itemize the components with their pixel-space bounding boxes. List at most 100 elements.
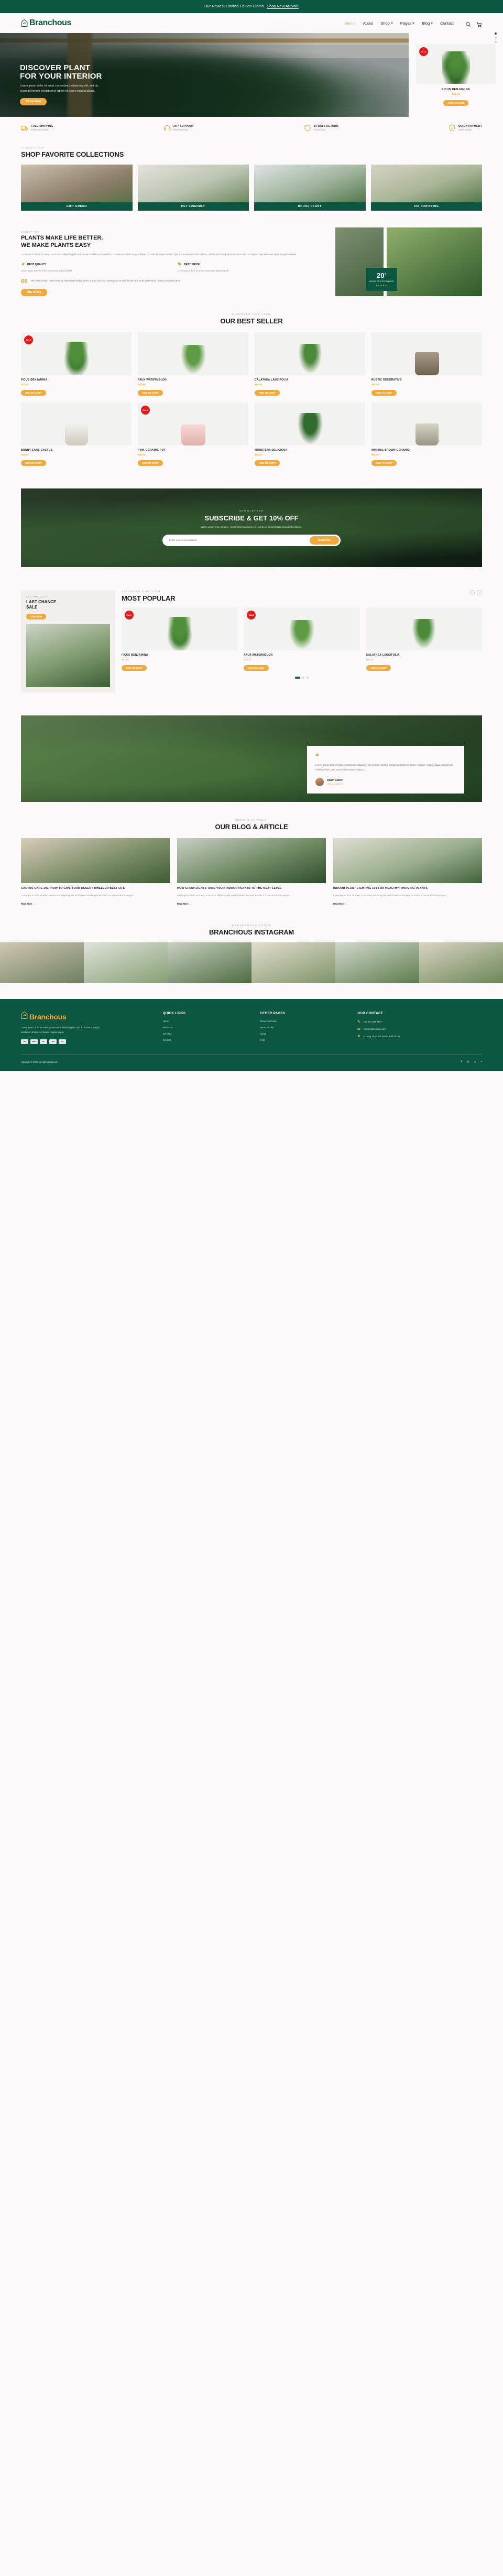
footer-contact-phone[interactable]: +62 361 234 4567 <box>357 1020 482 1023</box>
add-to-cart-button[interactable]: ADD TO CART <box>244 665 269 671</box>
pager-dot[interactable] <box>302 677 304 679</box>
last-chance-promo[interactable]: ALL PRODUCT LAST CHANCE SALE Shop Now <box>21 590 115 693</box>
product-card[interactable]: SALE FAUX WATERMELON $28.00 ADD TO CART <box>244 607 360 671</box>
add-to-cart-button[interactable]: ADD TO CART <box>138 390 163 396</box>
product-card[interactable]: RUSTIC DECORATIVE $80.00 ADD TO CART <box>371 332 482 396</box>
product-name: MINIMAL BROWN CERAMIC <box>371 449 410 452</box>
product-image <box>255 332 365 376</box>
about-title-line1: PLANTS MAKE LIFE BETTER. <box>21 235 103 241</box>
footer-link-privacy[interactable]: Privacy & Policy <box>260 1020 349 1023</box>
instagram-icon[interactable]: ◎ <box>467 1060 469 1063</box>
best-seller-eyebrow: DISCOVER OUR ITEM <box>232 313 271 316</box>
nav-item-home[interactable]: Home <box>345 21 356 26</box>
search-icon[interactable] <box>465 20 471 27</box>
blog-card[interactable]: HOW GROW LIGHTS TAKE YOUR INDOOR PLANTS … <box>177 838 326 907</box>
add-to-cart-button[interactable]: ADD TO CART <box>21 460 46 466</box>
announcement-link[interactable]: Shop New Arrivals <box>267 5 299 8</box>
carousel-dot[interactable] <box>495 32 497 35</box>
add-to-cart-button[interactable]: ADD TO CART <box>366 665 391 671</box>
product-card[interactable]: SALE PINK CERAMIC POT $68.00 ADD TO CART <box>138 403 248 466</box>
product-card[interactable]: BUNNY EARS CACTUS $45.00 ADD TO CART <box>21 403 132 466</box>
add-to-cart-button[interactable]: ADD TO CART <box>122 665 147 671</box>
blog-read-more-link[interactable]: Read More → <box>21 903 35 905</box>
footer-link-faq[interactable]: FAQ <box>260 1039 349 1041</box>
hero-shop-now-button[interactable]: Shop Now <box>20 98 47 105</box>
instagram-tile[interactable] <box>335 942 419 983</box>
footer-link-about-us[interactable]: About Us <box>163 1026 252 1029</box>
blog-section: BLOG & ARTICLE OUR BLOG & ARTICLE CACTUS… <box>0 810 503 916</box>
add-to-cart-button[interactable]: ADD TO CART <box>371 460 397 466</box>
hero-add-to-cart-button[interactable]: ADD TO CART <box>443 100 468 106</box>
footer-contact-address[interactable]: Jl.Hang Tuah, Denpasar, Bali 80239 <box>357 1035 482 1038</box>
nav-item-pages[interactable]: Pages <box>400 21 415 26</box>
sale-badge: SALE <box>24 335 33 345</box>
footer-link-terms[interactable]: Terms of Use <box>260 1026 349 1029</box>
facebook-icon[interactable]: f <box>461 1060 462 1063</box>
add-to-cart-button[interactable]: ADD TO CART <box>371 390 397 396</box>
footer-link-home[interactable]: Home <box>163 1020 252 1023</box>
footer-link-services[interactable]: Services <box>163 1032 252 1035</box>
blog-card[interactable]: INDOOR PLANT LIGHTING 101 FOR HEALTHY, T… <box>333 838 482 907</box>
newsletter-email-input[interactable] <box>164 536 310 545</box>
prev-arrow-icon[interactable]: ‹ <box>469 590 475 596</box>
nav-item-about[interactable]: About <box>363 21 374 26</box>
hero-carousel-dots[interactable] <box>495 32 497 43</box>
blog-card[interactable]: CACTUS CARE 101: HOW TO GIVE YOUR DESERT… <box>21 838 170 907</box>
product-card[interactable]: CALATHEA LANCIFOLIA $63.00 ADD TO CART <box>366 607 482 671</box>
pager-dot[interactable] <box>295 677 300 679</box>
carousel-dot[interactable] <box>495 41 497 43</box>
collection-card-pet-friendly[interactable]: PET FRIENDLY <box>137 165 249 211</box>
footer-logo[interactable]: Branchous <box>21 1011 155 1021</box>
product-card[interactable]: CALATHEA LANCIFOLIA $63.00 ADD TO CART <box>255 332 365 396</box>
blog-read-more-link[interactable]: Read More → <box>333 903 347 905</box>
about-point-desc: Lorem ipsum dolor sit amet consectetur a… <box>178 269 229 272</box>
promo-shop-now-button[interactable]: Shop Now <box>26 614 47 620</box>
house-leaf-icon <box>21 1011 28 1021</box>
instagram-grid <box>0 942 503 983</box>
footer-link-contact[interactable]: Contact <box>163 1039 252 1041</box>
footer-brand-name: Branchous <box>29 1012 67 1021</box>
next-arrow-icon[interactable]: › <box>477 590 482 596</box>
footer-contact-email[interactable]: contact@domain.com <box>357 1027 482 1030</box>
hero-product-card[interactable]: SALE FICUS BENJAMINA $54.00 ADD TO CART <box>409 33 503 117</box>
carousel-dot[interactable] <box>495 37 497 39</box>
years-badge: 20+ YEARS OF EXPERIENCE ★★★★★ <box>366 268 397 291</box>
add-to-cart-button[interactable]: ADD TO CART <box>138 460 163 466</box>
popular-pagination[interactable] <box>122 677 482 679</box>
collection-card-house-plant[interactable]: HOUSE PLANT <box>254 165 366 211</box>
nav-item-blog[interactable]: Blog <box>422 21 433 26</box>
pager-dot[interactable] <box>307 677 309 679</box>
product-card[interactable]: SALE FICUS BENJAMINA $54.00 ADD TO CART <box>21 332 132 396</box>
instagram-tile[interactable] <box>419 942 503 983</box>
product-card[interactable]: FAUX WATERMELON $28.00 ADD TO CART <box>138 332 248 396</box>
footer-link-credit[interactable]: Credit <box>260 1032 349 1035</box>
collection-label: AIR PURIFYING <box>370 202 482 211</box>
testimonial-section: ❝ Lorem ipsum dolor sit amet, consectetu… <box>0 701 503 810</box>
plant-art <box>288 620 315 651</box>
add-to-cart-button[interactable]: ADD TO CART <box>21 390 46 396</box>
instagram-tile[interactable] <box>168 942 252 983</box>
product-card[interactable]: MINIMAL BROWN CERAMIC $55.00 ADD TO CART <box>371 403 482 466</box>
collection-card-air-purifying[interactable]: AIR PURIFYING <box>370 165 482 211</box>
logo[interactable]: Branchous <box>21 18 71 28</box>
add-to-cart-button[interactable]: ADD TO CART <box>255 390 280 396</box>
cart-icon[interactable] <box>476 20 482 27</box>
blog-image <box>21 838 170 884</box>
instagram-tile[interactable] <box>84 942 168 983</box>
nav-item-contact[interactable]: Contact <box>440 21 454 26</box>
collections-grid: GIFT GREEN PET FRIENDLY HOUSE PLANT AIR … <box>21 165 482 211</box>
product-card[interactable]: SALE FICUS BENJAMINA $54.00 ADD TO CART <box>122 607 238 671</box>
nav-item-shop[interactable]: Shop <box>380 21 393 26</box>
add-to-cart-button[interactable]: ADD TO CART <box>255 460 280 466</box>
youtube-icon[interactable]: ▪ <box>481 1060 482 1063</box>
about-our-story-button[interactable]: Our Story <box>21 289 47 297</box>
pinterest-icon[interactable]: p <box>474 1060 476 1063</box>
product-card[interactable]: MONSTERA DELICIOSA $36.00 ADD TO CART <box>255 403 365 466</box>
instagram-heading: BRANCHOUS INSTAGRAM <box>209 928 294 936</box>
collection-card-gift-green[interactable]: GIFT GREEN <box>21 165 133 211</box>
hero-product-price: $54.00 <box>452 93 460 96</box>
instagram-tile[interactable] <box>0 942 84 983</box>
blog-read-more-link[interactable]: Read More → <box>177 903 191 905</box>
instagram-tile[interactable] <box>252 942 335 983</box>
newsletter-subscribe-button[interactable]: Subscribe <box>309 536 339 545</box>
